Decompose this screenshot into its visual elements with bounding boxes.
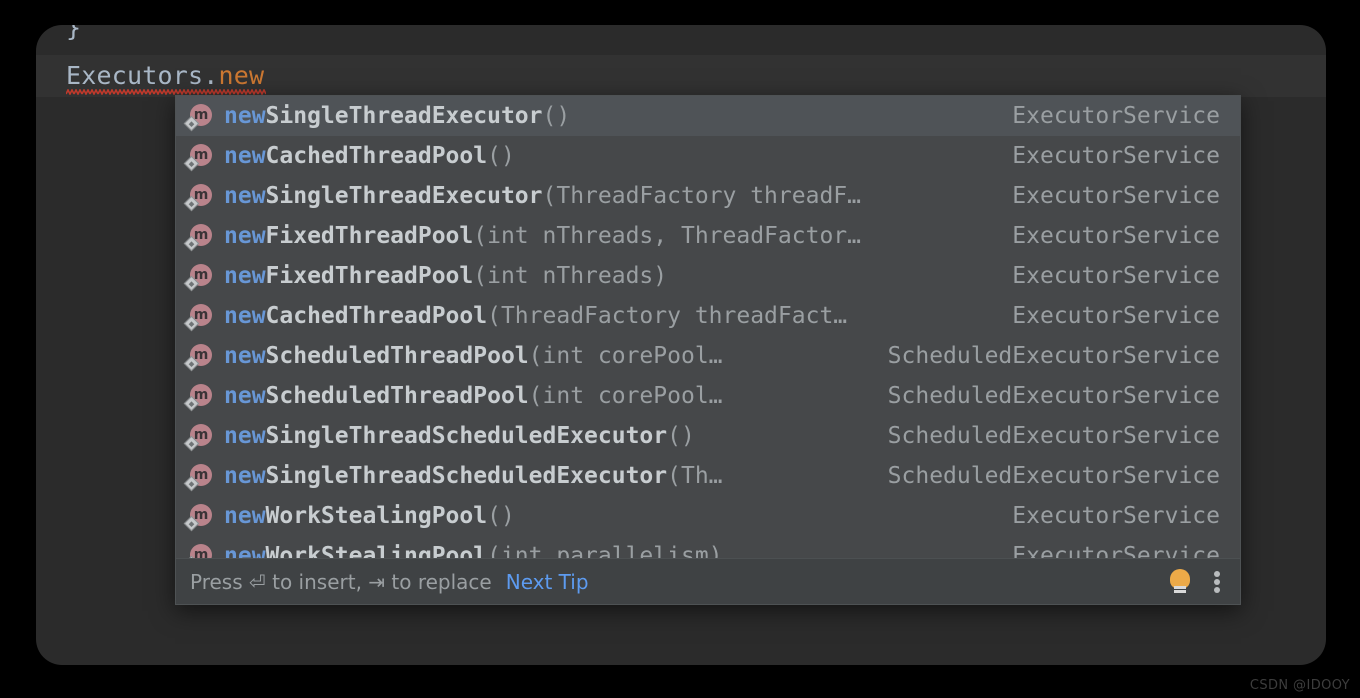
completion-item-params: () bbox=[542, 103, 571, 129]
editor-previous-line: } bbox=[66, 25, 82, 42]
completion-item-name: CachedThreadPool bbox=[265, 303, 488, 329]
completion-item-params: (Th… bbox=[667, 463, 723, 489]
completion-item-type: ExecutorService bbox=[1012, 303, 1220, 329]
completion-item-label: newCachedThreadPool(ThreadFactory thread… bbox=[224, 296, 994, 336]
completion-item-params: (int corePool… bbox=[528, 383, 723, 409]
completion-item-name: CachedThreadPool bbox=[265, 143, 488, 169]
completion-status-bar: Press ⏎ to insert, ⇥ to replace Next Tip bbox=[176, 558, 1240, 604]
completion-item[interactable]: m newSingleThreadScheduledExecutor(Th… Sch… bbox=[176, 456, 1240, 496]
completion-item-label: newWorkStealingPool() bbox=[224, 496, 994, 536]
completion-item-name: WorkStealingPool bbox=[265, 503, 488, 529]
completion-item-label: newSingleThreadScheduledExecutor() bbox=[224, 416, 870, 456]
completion-item[interactable]: m newWorkStealingPool(int parallelism) Exe… bbox=[176, 536, 1240, 560]
completion-item-type: ExecutorService bbox=[1012, 503, 1220, 529]
completion-item-label: newFixedThreadPool(int nThreads) bbox=[224, 256, 994, 296]
completion-item-label: newCachedThreadPool() bbox=[224, 136, 994, 176]
completion-item-type: ScheduledExecutorService bbox=[887, 423, 1220, 449]
completion-item-label: newScheduledThreadPool(int corePool… bbox=[224, 336, 870, 376]
kebab-dot-2 bbox=[1214, 578, 1220, 585]
completion-item-matched-prefix: new bbox=[224, 343, 266, 369]
method-icon: m bbox=[183, 503, 212, 532]
method-icon: m bbox=[183, 383, 212, 412]
completion-item[interactable]: m newSingleThreadScheduledExecutor() Sched… bbox=[176, 416, 1240, 456]
method-icon: m bbox=[183, 263, 212, 292]
completion-item-name: FixedThreadPool bbox=[265, 223, 474, 249]
completion-item-label: newWorkStealingPool(int parallelism) bbox=[224, 536, 994, 560]
completion-item-label: newScheduledThreadPool(int corePool… bbox=[224, 376, 870, 416]
completion-item-params: (ThreadFactory threadF… bbox=[542, 183, 862, 209]
method-icon: m bbox=[183, 223, 212, 252]
completion-item-type: ExecutorService bbox=[1012, 223, 1220, 249]
completion-item-name: SingleThreadExecutor bbox=[265, 183, 543, 209]
completion-item-label: newSingleThreadExecutor() bbox=[224, 96, 994, 136]
completion-item-params: (ThreadFactory threadFact… bbox=[487, 303, 848, 329]
method-icon: m bbox=[183, 303, 212, 332]
completion-item-type: ExecutorService bbox=[1012, 263, 1220, 289]
method-icon: m bbox=[183, 103, 212, 132]
completion-item-type: ScheduledExecutorService bbox=[887, 343, 1220, 369]
completion-item-type: ScheduledExecutorService bbox=[887, 383, 1220, 409]
more-options-icon[interactable] bbox=[1214, 569, 1222, 595]
ide-editor-window: } Executors.new m newSingleThreadExecutor… bbox=[36, 25, 1326, 665]
completion-item-params: () bbox=[487, 503, 515, 529]
lightbulb-icon[interactable] bbox=[1168, 568, 1192, 595]
completion-item-matched-prefix: new bbox=[224, 463, 266, 489]
code-token-identifier: Executors bbox=[66, 61, 204, 90]
completion-item[interactable]: m newFixedThreadPool(int nThreads, Thread… bbox=[176, 216, 1240, 256]
completion-item[interactable]: m newCachedThreadPool(ThreadFactory threa… bbox=[176, 296, 1240, 336]
completion-item-type: ExecutorService bbox=[1012, 103, 1220, 129]
method-icon: m bbox=[183, 463, 212, 492]
completion-item-params: () bbox=[667, 423, 695, 449]
completion-item-matched-prefix: new bbox=[224, 103, 266, 129]
completion-item-params: (int corePool… bbox=[528, 343, 723, 369]
completion-item-matched-prefix: new bbox=[224, 143, 266, 169]
completion-item-name: FixedThreadPool bbox=[265, 263, 474, 289]
completion-item-name: SingleThreadScheduledExecutor bbox=[265, 423, 668, 449]
completion-item-name: ScheduledThreadPool bbox=[265, 383, 529, 409]
completion-item[interactable]: m newScheduledThreadPool(int corePool… Sch… bbox=[176, 376, 1240, 416]
completion-item-matched-prefix: new bbox=[224, 263, 266, 289]
completion-item-matched-prefix: new bbox=[224, 423, 266, 449]
completion-item-name: SingleThreadExecutor bbox=[265, 103, 543, 129]
completion-hint-text: Press ⏎ to insert, ⇥ to replace bbox=[190, 569, 492, 594]
completion-item-params: (int nThreads, ThreadFactor… bbox=[473, 223, 861, 249]
watermark-text: CSDN @IDOOY bbox=[1249, 678, 1350, 693]
next-tip-link[interactable]: Next Tip bbox=[506, 570, 589, 594]
completion-item-type: ExecutorService bbox=[1012, 143, 1220, 169]
method-icon: m bbox=[183, 423, 212, 452]
completion-item[interactable]: m newScheduledThreadPool(int corePool… Sch… bbox=[176, 336, 1240, 376]
screenshot-root: } Executors.new m newSingleThreadExecutor… bbox=[0, 0, 1360, 698]
completion-item-params: () bbox=[487, 143, 515, 169]
completion-item-type: ScheduledExecutorService bbox=[887, 463, 1220, 489]
completion-item-name: ScheduledThreadPool bbox=[265, 343, 529, 369]
completion-item-type: ExecutorService bbox=[1012, 543, 1220, 560]
kebab-dot-1 bbox=[1214, 570, 1220, 577]
completion-item-name: SingleThreadScheduledExecutor bbox=[265, 463, 668, 489]
completion-item-matched-prefix: new bbox=[224, 503, 266, 529]
completion-item[interactable]: m newSingleThreadExecutor(ThreadFactory t… bbox=[176, 176, 1240, 216]
completion-item[interactable]: m newSingleThreadExecutor() ExecutorServic… bbox=[176, 96, 1240, 136]
completion-item-label: newFixedThreadPool(int nThreads, ThreadF… bbox=[224, 216, 994, 256]
method-icon: m bbox=[183, 143, 212, 172]
completion-item[interactable]: m newWorkStealingPool() ExecutorService bbox=[176, 496, 1240, 536]
completion-item-params: (int nThreads) bbox=[473, 263, 668, 289]
completion-item-matched-prefix: new bbox=[224, 223, 266, 249]
code-token-keyword: new bbox=[218, 61, 265, 90]
completion-item-matched-prefix: new bbox=[224, 303, 266, 329]
completion-item-type: ExecutorService bbox=[1012, 183, 1220, 209]
method-icon: m bbox=[183, 183, 212, 212]
completion-item-matched-prefix: new bbox=[224, 183, 266, 209]
method-icon: m bbox=[183, 343, 212, 372]
kebab-dot-3 bbox=[1214, 586, 1220, 593]
completion-item-label: newSingleThreadScheduledExecutor(Th… bbox=[224, 456, 870, 496]
completion-item[interactable]: m newFixedThreadPool(int nThreads) Executo… bbox=[176, 256, 1240, 296]
code-completion-popup[interactable]: m newSingleThreadExecutor() ExecutorServic… bbox=[175, 95, 1241, 605]
lightbulb-base bbox=[1174, 585, 1186, 589]
completion-item-list[interactable]: m newSingleThreadExecutor() ExecutorServic… bbox=[176, 96, 1240, 560]
code-token-dot: . bbox=[203, 61, 219, 90]
completion-item-label: newSingleThreadExecutor(ThreadFactory th… bbox=[224, 176, 994, 216]
completion-item[interactable]: m newCachedThreadPool() ExecutorService bbox=[176, 136, 1240, 176]
completion-item-matched-prefix: new bbox=[224, 383, 266, 409]
